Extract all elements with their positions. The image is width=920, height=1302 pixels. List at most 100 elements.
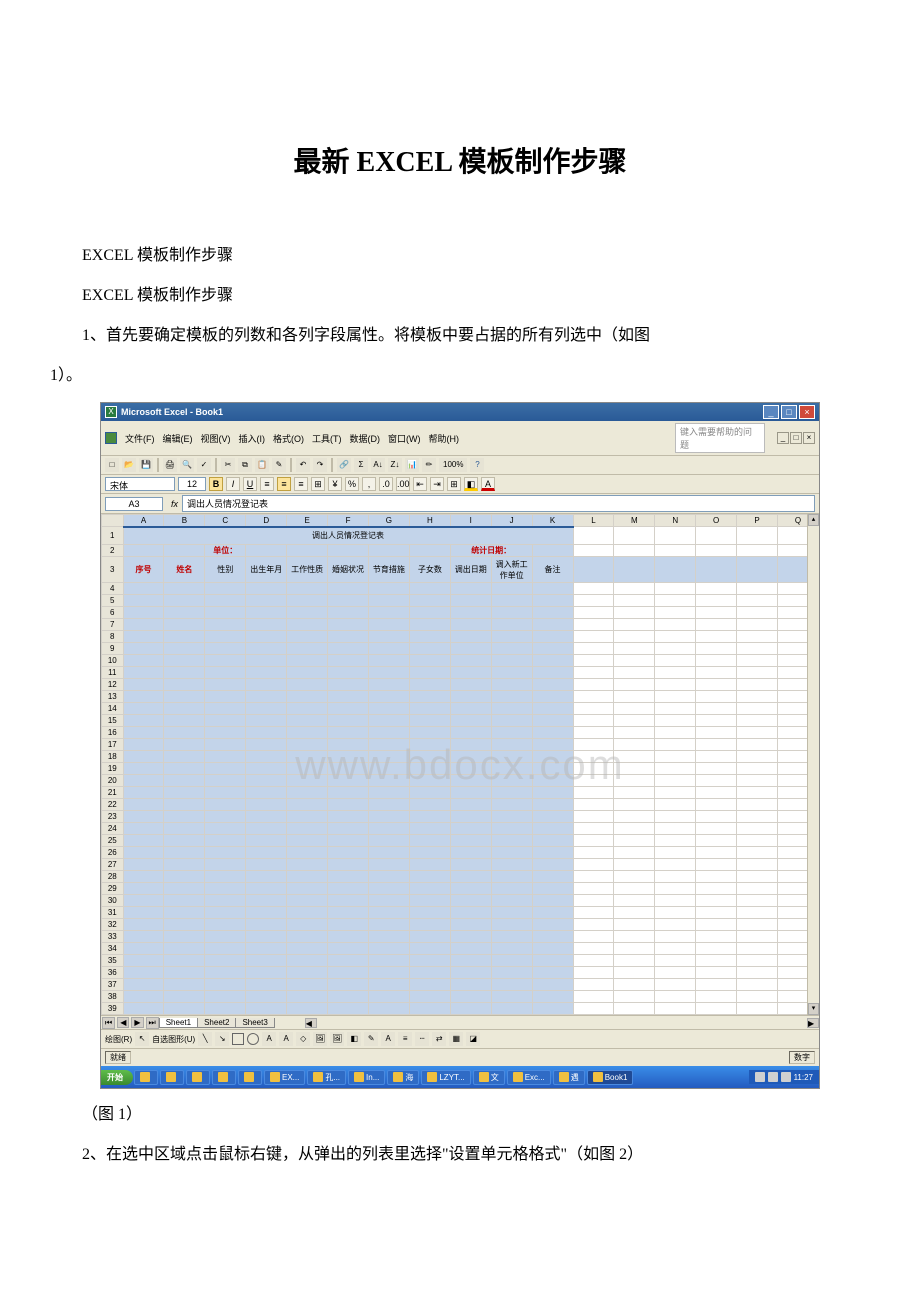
cell[interactable] — [287, 619, 328, 631]
font-size-select[interactable]: 12 — [178, 477, 206, 491]
tray-icon[interactable] — [755, 1072, 765, 1082]
cell[interactable] — [573, 835, 614, 847]
cell[interactable] — [614, 835, 655, 847]
sheet-tab[interactable]: Sheet3 — [235, 1018, 274, 1028]
cell[interactable] — [737, 643, 778, 655]
cell[interactable] — [655, 527, 696, 545]
cell[interactable] — [164, 739, 205, 751]
cell[interactable] — [737, 787, 778, 799]
cell[interactable] — [328, 1003, 369, 1015]
align-left-button[interactable]: ≡ — [260, 477, 274, 491]
system-tray[interactable]: 11:27 — [749, 1070, 819, 1084]
cell[interactable] — [328, 595, 369, 607]
cell[interactable] — [532, 643, 573, 655]
cell[interactable] — [287, 655, 328, 667]
cell[interactable] — [655, 895, 696, 907]
cell[interactable] — [409, 907, 450, 919]
cell[interactable] — [696, 739, 737, 751]
cell[interactable] — [409, 631, 450, 643]
cell[interactable] — [491, 967, 532, 979]
cell[interactable] — [737, 715, 778, 727]
cell[interactable] — [532, 631, 573, 643]
cell[interactable] — [614, 595, 655, 607]
column-header[interactable]: N — [655, 515, 696, 527]
cell[interactable] — [287, 739, 328, 751]
cell[interactable] — [491, 715, 532, 727]
cell[interactable] — [368, 979, 409, 991]
cell[interactable] — [655, 835, 696, 847]
align-right-button[interactable]: ≡ — [294, 477, 308, 491]
cell[interactable] — [491, 739, 532, 751]
cell[interactable] — [573, 643, 614, 655]
cell[interactable] — [655, 883, 696, 895]
cell[interactable] — [696, 967, 737, 979]
cell[interactable] — [205, 655, 246, 667]
cell[interactable] — [491, 931, 532, 943]
cell[interactable] — [164, 595, 205, 607]
cell[interactable] — [409, 967, 450, 979]
hyperlink-button[interactable]: 🔗 — [337, 458, 351, 472]
cell[interactable] — [123, 607, 164, 619]
cell[interactable] — [246, 955, 287, 967]
cell[interactable] — [328, 847, 369, 859]
start-button[interactable]: 开始 — [101, 1070, 133, 1085]
borders-button[interactable]: ⊞ — [447, 477, 461, 491]
row-header[interactable]: 18 — [102, 751, 124, 763]
cell[interactable] — [368, 907, 409, 919]
cell[interactable] — [532, 907, 573, 919]
cell[interactable] — [696, 823, 737, 835]
column-header[interactable]: F — [328, 515, 369, 527]
cell[interactable] — [655, 619, 696, 631]
cell[interactable] — [491, 691, 532, 703]
cell[interactable] — [450, 871, 491, 883]
taskbar-item[interactable] — [186, 1070, 210, 1085]
cell[interactable] — [737, 667, 778, 679]
cell[interactable] — [205, 691, 246, 703]
cell[interactable] — [368, 835, 409, 847]
cell[interactable] — [368, 991, 409, 1003]
cell[interactable] — [737, 763, 778, 775]
row-header[interactable]: 4 — [102, 583, 124, 595]
cell[interactable] — [123, 847, 164, 859]
row-header[interactable]: 34 — [102, 943, 124, 955]
cell[interactable] — [409, 811, 450, 823]
cell[interactable] — [696, 557, 737, 583]
cell[interactable] — [205, 799, 246, 811]
cell[interactable] — [205, 895, 246, 907]
cell[interactable] — [328, 979, 369, 991]
cell[interactable] — [246, 943, 287, 955]
cell[interactable] — [491, 943, 532, 955]
cell[interactable] — [450, 811, 491, 823]
cell[interactable] — [205, 955, 246, 967]
cell[interactable] — [368, 715, 409, 727]
cell[interactable] — [450, 643, 491, 655]
cell[interactable] — [368, 895, 409, 907]
cell[interactable] — [491, 595, 532, 607]
row-header[interactable]: 22 — [102, 799, 124, 811]
menu-view[interactable]: 视图(V) — [201, 432, 231, 445]
cell[interactable] — [328, 679, 369, 691]
cell[interactable] — [287, 727, 328, 739]
cell[interactable] — [573, 727, 614, 739]
cell[interactable] — [368, 595, 409, 607]
cell[interactable] — [287, 751, 328, 763]
cell[interactable] — [205, 667, 246, 679]
fill-color-button[interactable]: ◧ — [464, 477, 478, 491]
percent-button[interactable]: % — [345, 477, 359, 491]
cell[interactable] — [532, 715, 573, 727]
cell[interactable] — [491, 763, 532, 775]
cell[interactable] — [532, 967, 573, 979]
sort-desc-button[interactable]: Z↓ — [388, 458, 402, 472]
cell[interactable] — [328, 751, 369, 763]
cell[interactable] — [205, 763, 246, 775]
cell[interactable] — [655, 703, 696, 715]
row-header[interactable]: 5 — [102, 595, 124, 607]
cell[interactable] — [532, 823, 573, 835]
cell[interactable] — [123, 991, 164, 1003]
cell[interactable] — [614, 527, 655, 545]
sheet-nav-prev[interactable]: ◀ — [117, 1017, 129, 1028]
cell[interactable] — [409, 751, 450, 763]
cell[interactable] — [532, 895, 573, 907]
row-header[interactable]: 12 — [102, 679, 124, 691]
cell[interactable] — [491, 631, 532, 643]
